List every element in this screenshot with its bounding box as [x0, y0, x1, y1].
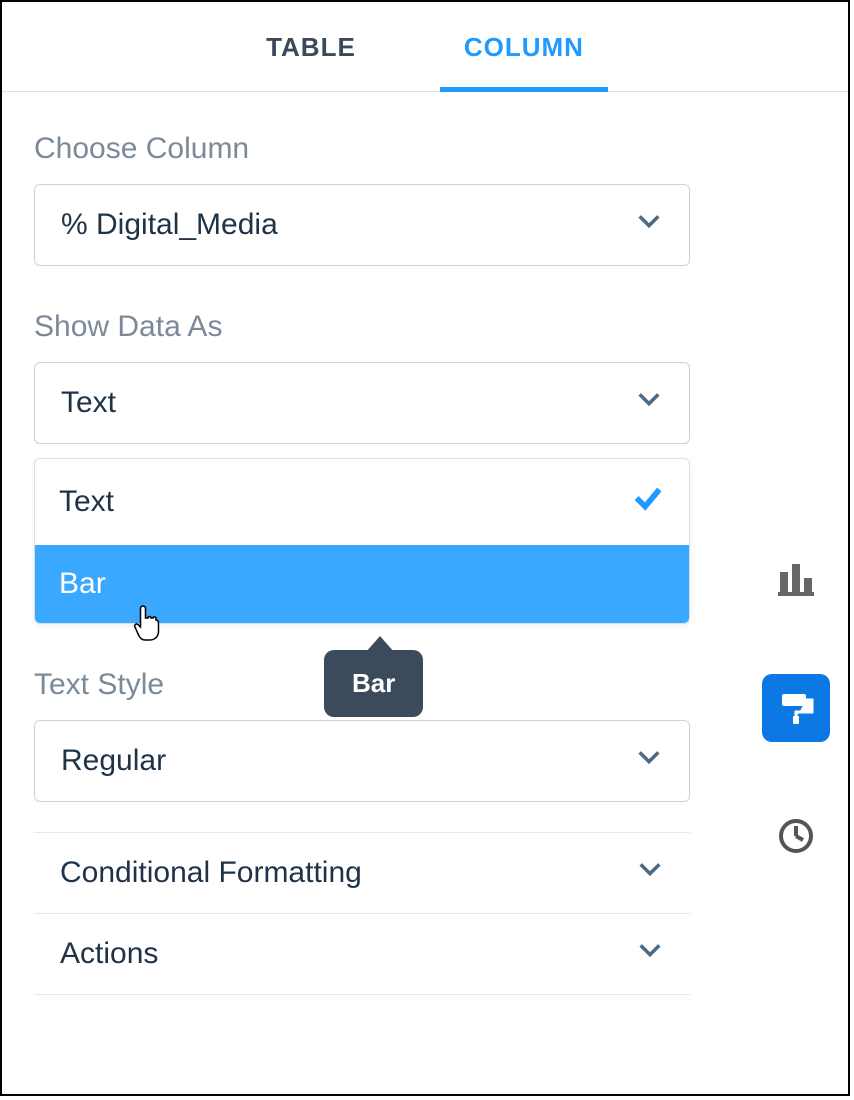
conditional-formatting-label: Conditional Formatting	[60, 856, 362, 890]
tooltip-bar: Bar	[324, 650, 423, 717]
properties-panel: TABLE COLUMN Choose Column % Digital_Med…	[0, 0, 850, 1096]
tab-strip: TABLE COLUMN	[2, 2, 848, 92]
show-data-as-value: Text	[61, 386, 116, 420]
option-text[interactable]: Text	[35, 459, 689, 545]
show-data-as-listbox: Text Bar	[34, 458, 690, 624]
option-text-label: Text	[59, 485, 114, 519]
side-tool-rail	[760, 546, 832, 870]
show-data-as-select[interactable]: Text	[34, 362, 690, 444]
chevron-down-icon	[636, 936, 664, 972]
conditional-formatting-section[interactable]: Conditional Formatting	[34, 832, 690, 913]
chevron-down-icon	[635, 743, 663, 779]
chevron-down-icon	[635, 207, 663, 243]
choose-column-select[interactable]: % Digital_Media	[34, 184, 690, 266]
choose-column-value: % Digital_Media	[61, 208, 278, 242]
option-bar[interactable]: Bar	[35, 545, 689, 623]
show-data-as-label: Show Data As	[34, 310, 690, 344]
check-icon	[631, 481, 665, 523]
actions-label: Actions	[60, 937, 158, 971]
column-settings-panel: Choose Column % Digital_Media Show Data …	[2, 132, 722, 995]
show-data-as-dropdown: Text Text Bar	[34, 362, 690, 624]
chevron-down-icon	[636, 855, 664, 891]
history-icon[interactable]	[762, 802, 830, 870]
text-style-value: Regular	[61, 744, 166, 778]
tab-table[interactable]: TABLE	[242, 22, 380, 91]
paint-roller-icon[interactable]	[762, 674, 830, 742]
choose-column-label: Choose Column	[34, 132, 690, 166]
text-style-select[interactable]: Regular	[34, 720, 690, 802]
option-bar-label: Bar	[59, 567, 106, 601]
tab-column[interactable]: COLUMN	[440, 22, 608, 92]
chart-icon[interactable]	[762, 546, 830, 614]
actions-section[interactable]: Actions	[34, 913, 690, 995]
chevron-down-icon	[635, 385, 663, 421]
